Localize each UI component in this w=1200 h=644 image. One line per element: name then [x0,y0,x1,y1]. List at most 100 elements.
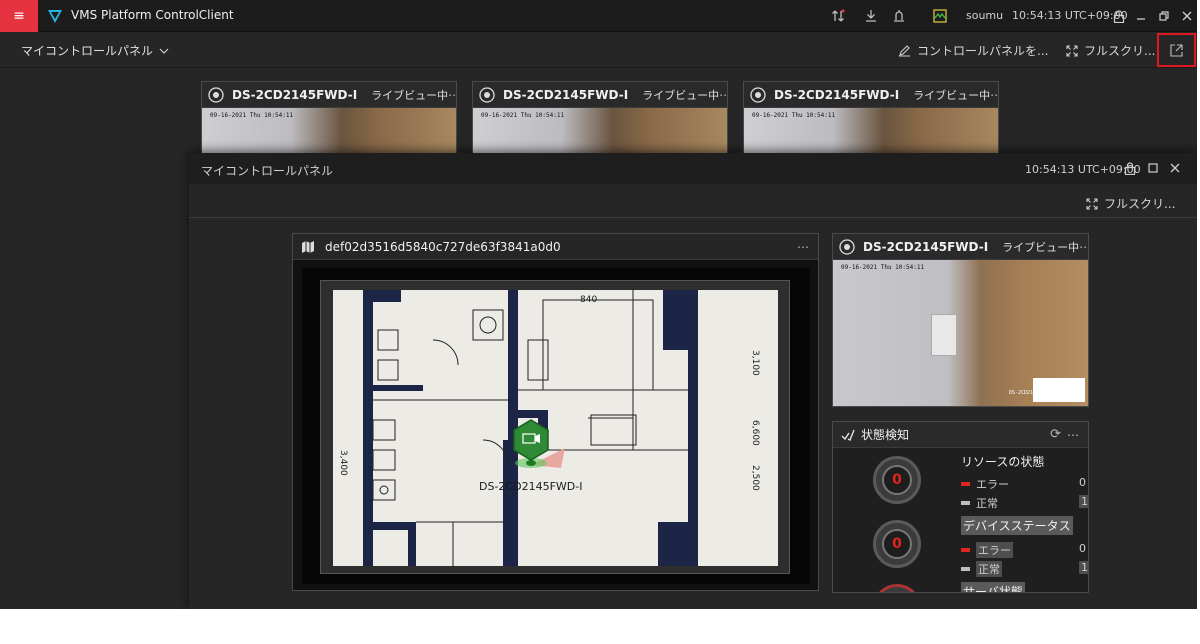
normal-swatch [961,567,970,571]
more-options-icon[interactable]: ⋯ [990,88,998,102]
minimize-icon[interactable] [1132,7,1150,25]
camera-icon [750,86,766,103]
camera-tile-header: DS-2CD2145FWD-I ライブビュー中 ⋯ [473,82,727,108]
download-icon[interactable] [862,7,880,25]
video-timestamp-overlay: 09-16-2021 Thu 10:54:11 [210,112,294,119]
chevron-down-icon [159,48,169,54]
window-lock-icon[interactable] [1122,160,1138,176]
map-viewport[interactable]: 840 3,100 6,600 2,500 3,400 DS-2CD2145FW… [302,268,810,584]
close-icon[interactable] [1178,7,1196,25]
more-options-icon[interactable]: ⋯ [719,88,727,102]
camera-tile[interactable]: DS-2CD2145FWD-I ライブビュー中 ⋯ 09-16-2021 Thu… [201,81,457,156]
window-close-icon[interactable] [1167,160,1183,176]
camera-video-feed: 09-16-2021 Thu 10:54:11 DS-2CD214 [833,260,1088,406]
more-options-icon[interactable]: ⋯ [797,240,810,254]
vms-client-window: ≡ VMS Platform ControlClient soumu 10:54… [0,0,1197,609]
window-maximize-icon[interactable] [1145,160,1161,176]
device-error-count: 0 [1079,542,1086,555]
map-icon [302,240,314,253]
resource-normal-row: 正常 [961,495,998,511]
map-panel-header: def02d3516d5840c727de63f3841a0d0 ⋯ [293,234,818,260]
server-status-gauge[interactable] [873,584,921,592]
map-title: def02d3516d5840c727de63f3841a0d0 [325,239,561,254]
map-camera-marker[interactable] [513,419,565,468]
edit-control-panel-button[interactable]: コントロールパネルを... [898,42,1048,59]
server-status-heading: サーバ状態 [961,582,1025,592]
title-bar: ≡ VMS Platform ControlClient soumu 10:54… [0,0,1197,32]
error-swatch [961,548,970,552]
hamburger-icon: ≡ [13,8,25,24]
camera-tile-header: DS-2CD2145FWD-I ライブビュー中 ⋯ [833,234,1088,260]
user-name[interactable]: soumu [966,9,1003,22]
fullscreen-icon [1086,197,1098,210]
camera-tile-header: DS-2CD2145FWD-I ライブビュー中 ⋯ [202,82,456,108]
status-panel-header: 状態検知 ⟳ ⋯ [833,422,1088,448]
device-status-gauge[interactable]: 0 [873,520,921,568]
device-status-heading: デバイスステータス [961,516,1073,535]
camera-tile[interactable]: DS-2CD2145FWD-I ライブビュー中 ⋯ 09-16-2021 Thu… [832,233,1089,407]
device-normal-label: 正常 [976,561,1002,577]
map-panel: def02d3516d5840c727de63f3841a0d0 ⋯ 840 3… [292,233,819,591]
device-error-row: エラー [961,542,1013,558]
redaction-box [1033,378,1085,402]
pencil-icon [899,45,910,57]
camera-video-feed: 09-16-2021 Thu 10:54:11 [744,108,998,155]
popout-window-button[interactable] [1157,33,1196,67]
error-swatch [961,482,970,486]
device-normal-row: 正常 [961,561,1002,577]
resource-status-heading: リソースの状態 [961,455,1045,469]
wall-intercom-device [931,314,957,356]
hamburger-menu-button[interactable]: ≡ [0,0,38,32]
camera-name: DS-2CD2145FWD-I [503,87,629,102]
camera-tile-header: DS-2CD2145FWD-I ライブビュー中 ⋯ [744,82,998,108]
window-title-bar[interactable]: マイコントロールパネル 10:54:13 UTC+09:00 [189,153,1197,184]
resource-error-label: エラー [976,478,1009,491]
status-detection-panel: 状態検知 ⟳ ⋯ 0 リソースの状態 エラー 0 正常 1 0 デバイスステータ… [832,421,1089,593]
camera-name: DS-2CD2145FWD-I [232,87,358,102]
floor-plan-image: 840 3,100 6,600 2,500 3,400 DS-2CD2145FW… [333,290,778,566]
restore-icon[interactable] [1155,7,1173,25]
camera-name: DS-2CD2145FWD-I [774,87,900,102]
more-options-icon[interactable]: ⋯ [448,88,456,102]
camera-tile[interactable]: DS-2CD2145FWD-I ライブビュー中 ⋯ 09-16-2021 Thu… [743,81,999,156]
control-panel-name: マイコントロールパネル [21,44,154,58]
video-timestamp-overlay: 09-16-2021 Thu 10:54:11 [481,112,565,119]
lock-icon[interactable] [1110,7,1128,25]
window-fullscreen-button[interactable]: フルスクリ... [1086,195,1175,212]
fullscreen-button[interactable]: フルスクリ... [1066,42,1155,59]
fullscreen-label: フルスクリ... [1084,44,1156,58]
dimension-label: 6,600 [750,420,760,446]
health-monitor-icon[interactable] [931,7,949,25]
window-title: マイコントロールパネル [201,164,334,178]
control-panel-popout-window: マイコントロールパネル 10:54:13 UTC+09:00 フルスクリ... … [189,153,1197,609]
fullscreen-icon [1066,44,1078,57]
external-link-icon [1170,43,1183,57]
camera-status: ライブビュー中 [1002,240,1080,254]
refresh-icon[interactable]: ⟳ [1050,427,1061,442]
camera-tile[interactable]: DS-2CD2145FWD-I ライブビュー中 ⋯ 09-16-2021 Thu… [472,81,728,156]
camera-video-feed: 09-16-2021 Thu 10:54:11 [473,108,727,155]
control-panel-toolbar: マイコントロールパネル コントロールパネルを... フルスクリ... [0,32,1197,68]
camera-status: ライブビュー中 [642,88,720,102]
alarm-icon[interactable] [890,7,908,25]
more-options-icon[interactable]: ⋯ [1067,428,1080,442]
resource-status-gauge[interactable]: 0 [873,456,921,504]
device-error-label: エラー [976,542,1013,558]
app-logo-icon [48,10,62,23]
resource-error-row: エラー [961,476,1009,492]
dimension-label: 840 [580,295,597,305]
control-panel-selector[interactable]: マイコントロールパネル [21,42,169,59]
video-timestamp-overlay: 09-16-2021 Thu 10:54:11 [841,264,925,271]
edit-control-panel-label: コントロールパネルを... [917,44,1049,58]
status-check-icon [841,429,855,441]
camera-status: ライブビュー中 [913,88,991,102]
map-camera-label[interactable]: DS-2CD2145FWD-I [479,480,582,493]
camera-icon [839,238,855,255]
map-frame: 840 3,100 6,600 2,500 3,400 DS-2CD2145FW… [320,280,790,574]
more-options-icon[interactable]: ⋯ [1079,240,1088,254]
dimension-label: 3,400 [338,450,348,476]
sync-icon[interactable] [829,7,847,25]
video-timestamp-overlay: 09-16-2021 Thu 10:54:11 [752,112,836,119]
app-title: VMS Platform ControlClient [71,8,234,22]
window-divider [189,217,1197,218]
